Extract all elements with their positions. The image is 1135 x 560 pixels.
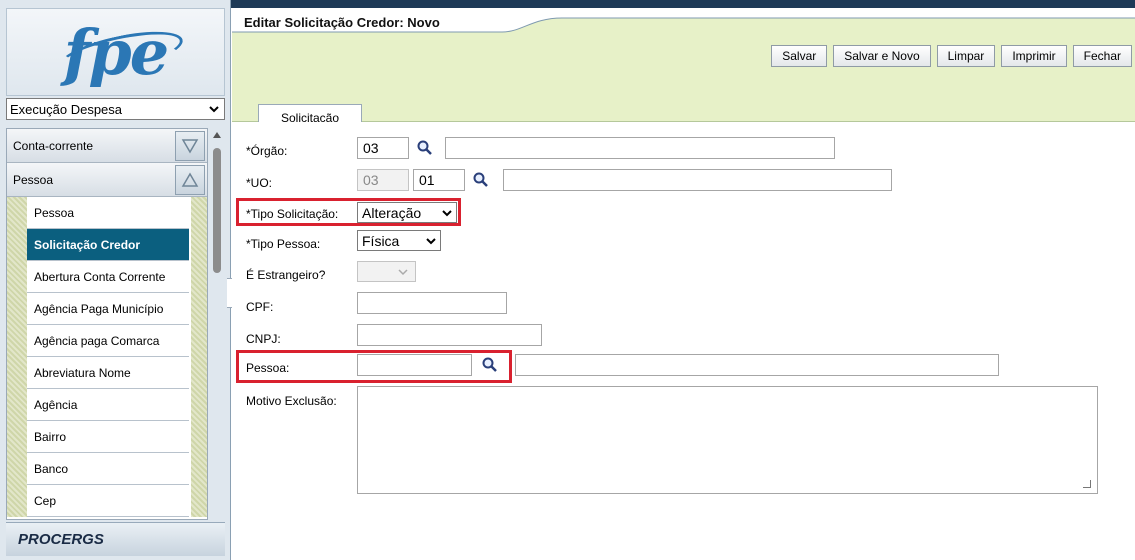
- orgao-code-input[interactable]: 03: [357, 137, 409, 159]
- expand-icon[interactable]: [175, 130, 205, 161]
- cnpj-label: CNPJ:: [246, 332, 281, 346]
- tipo-pessoa-value: Física: [362, 232, 400, 249]
- pessoa-code-input[interactable]: [357, 354, 472, 376]
- sidebar-item-agencia[interactable]: Agência: [27, 389, 189, 421]
- tipo-solicitacao-select[interactable]: Alteração: [357, 202, 457, 223]
- tipo-pessoa-label: *Tipo Pessoa:: [246, 237, 321, 251]
- sidebar-items: Pessoa Solicitação Credor Abertura Conta…: [7, 197, 207, 517]
- module-select-value: Execução Despesa: [10, 101, 123, 117]
- tipo-solicitacao-label: *Tipo Solicitação:: [246, 207, 339, 221]
- chevron-down-icon: [398, 268, 408, 275]
- sidebar-group-conta-corrente[interactable]: Conta-corrente: [7, 129, 207, 163]
- chevron-down-icon: [209, 106, 219, 113]
- procergs-text: PROCERGS: [18, 531, 104, 548]
- procergs-logo: PROCERGS: [6, 522, 225, 556]
- cpf-label: CPF:: [246, 300, 274, 314]
- module-select[interactable]: Execução Despesa: [6, 98, 225, 120]
- sidebar-item-agencia-paga-comarca[interactable]: Agência paga Comarca: [27, 325, 189, 357]
- print-button[interactable]: Imprimir: [1001, 45, 1067, 67]
- chevron-down-icon: [426, 237, 436, 244]
- page-title: Editar Solicitação Credor: Novo: [244, 15, 440, 30]
- estrangeiro-label: É Estrangeiro?: [246, 268, 326, 282]
- orgao-label: *Órgão:: [246, 144, 288, 158]
- form-panel: *Órgão: 03 *UO: 03 01 *Tipo Solicitação:…: [232, 122, 1135, 560]
- resize-handle-icon[interactable]: [1083, 480, 1091, 488]
- cnpj-input[interactable]: [357, 324, 542, 346]
- sidebar-item-pessoa[interactable]: Pessoa: [27, 197, 189, 229]
- pessoa-search-icon[interactable]: [479, 354, 501, 376]
- sidebar-item-bairro[interactable]: Bairro: [27, 421, 189, 453]
- uo-search-icon[interactable]: [470, 169, 492, 191]
- uo-orgao-code-field: 03: [357, 169, 409, 191]
- sidebar-group-label: Pessoa: [13, 172, 54, 187]
- sidebar-item-banco[interactable]: Banco: [27, 453, 189, 485]
- orgao-description-field[interactable]: [445, 137, 835, 159]
- scroll-up-icon[interactable]: [213, 132, 221, 138]
- toolbar: Salvar Salvar e Novo Limpar Imprimir Fec…: [771, 45, 1132, 67]
- pessoa-label: Pessoa:: [246, 361, 290, 375]
- uo-code-input[interactable]: 01: [413, 169, 465, 191]
- motivo-exclusao-textarea[interactable]: [357, 386, 1098, 494]
- motivo-exclusao-label: Motivo Exclusão:: [246, 394, 337, 408]
- sidebar-item-cep[interactable]: Cep: [27, 485, 189, 517]
- page-header: Editar Solicitação Credor: Novo Salvar S…: [232, 8, 1135, 130]
- sidebar-group-pessoa[interactable]: Pessoa: [7, 163, 207, 197]
- sidebar-item-abertura-conta-corrente[interactable]: Abertura Conta Corrente: [27, 261, 189, 293]
- left-panel: fpe Execução Despesa Conta-corrente Pess…: [0, 0, 231, 560]
- uo-label: *UO:: [246, 176, 273, 190]
- close-button[interactable]: Fechar: [1072, 45, 1132, 67]
- hatch-right: [191, 197, 207, 517]
- tipo-pessoa-select[interactable]: Física: [357, 230, 441, 251]
- cpf-input[interactable]: [357, 292, 507, 314]
- chevron-down-icon: [442, 209, 452, 216]
- orgao-search-icon[interactable]: [414, 137, 436, 159]
- scroll-thumb[interactable]: [213, 148, 221, 273]
- sidebar-group-label: Conta-corrente: [13, 138, 94, 153]
- logo-text: fpe: [63, 15, 169, 89]
- sidebar-item-solicitacao-credor[interactable]: Solicitação Credor: [27, 229, 189, 261]
- tipo-solicitacao-value: Alteração: [362, 204, 422, 221]
- sidebar-item-agencia-paga-municipio[interactable]: Agência Paga Município: [27, 293, 189, 325]
- sidebar-item-abreviatura-nome[interactable]: Abreviatura Nome: [27, 357, 189, 389]
- fpe-logo: fpe: [6, 8, 225, 96]
- save-and-new-button[interactable]: Salvar e Novo: [833, 45, 931, 67]
- sidebar-scrollbar[interactable]: [209, 128, 225, 520]
- uo-description-field[interactable]: [503, 169, 892, 191]
- pessoa-description-field[interactable]: [515, 354, 999, 376]
- clear-button[interactable]: Limpar: [936, 45, 996, 67]
- sidebar-nav: Conta-corrente Pessoa Pessoa Solicitação…: [6, 128, 208, 520]
- hatch-left: [7, 197, 27, 517]
- collapse-icon[interactable]: [175, 164, 205, 195]
- save-button[interactable]: Salvar: [771, 45, 828, 67]
- estrangeiro-select[interactable]: [357, 261, 416, 282]
